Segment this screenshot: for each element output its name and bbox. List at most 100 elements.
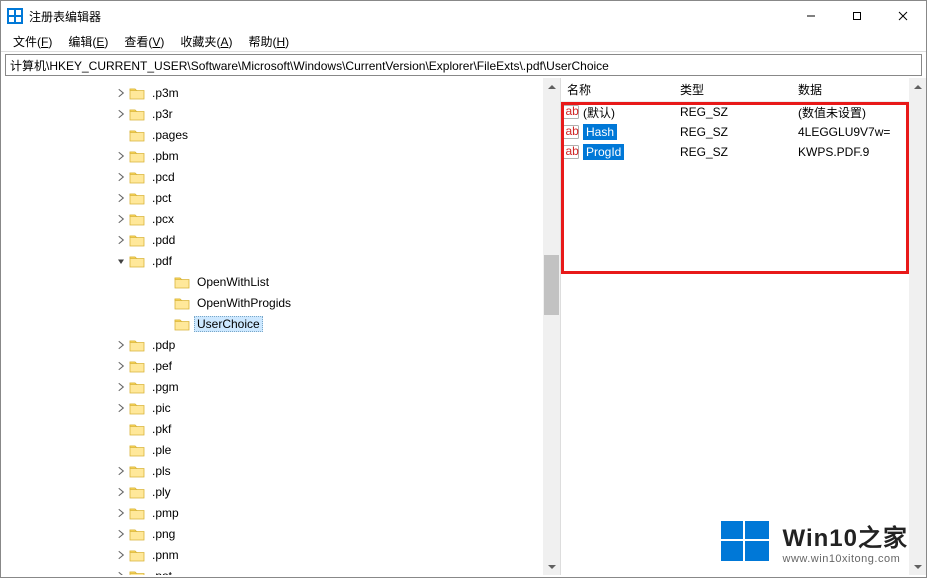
values-pane[interactable]: 名称 类型 数据 (默认)REG_SZ(数值未设置)HashREG_SZ4LEG… [561, 78, 926, 575]
tree-item[interactable]: .pgm [81, 376, 560, 397]
tree-item[interactable]: .ple [81, 439, 560, 460]
tree-item-label: OpenWithProgids [194, 295, 294, 311]
menu-edit[interactable]: 编辑(E) [60, 31, 116, 52]
value-row[interactable]: HashREG_SZ4LEGGLU9V7w= [561, 122, 926, 142]
menu-view[interactable]: 查看(V) [116, 31, 172, 52]
folder-icon [129, 422, 145, 436]
value-row[interactable]: ProgIdREG_SZKWPS.PDF.9 [561, 142, 926, 162]
scroll-up-icon[interactable] [543, 78, 560, 95]
folder-icon [129, 212, 145, 226]
tree-item[interactable]: .pot [81, 565, 560, 575]
column-name[interactable]: 名称 [561, 81, 674, 98]
string-value-icon [563, 105, 579, 119]
collapse-icon[interactable] [113, 253, 129, 269]
expand-icon[interactable] [113, 568, 129, 576]
tree-item[interactable]: .pbm [81, 145, 560, 166]
tree-item[interactable]: .p3r [81, 103, 560, 124]
tree-item[interactable]: .pcx [81, 208, 560, 229]
tree-item[interactable]: .pef [81, 355, 560, 376]
window-controls [788, 1, 926, 31]
menu-help[interactable]: 帮助(H) [240, 31, 297, 52]
tree-scrollbar[interactable] [543, 78, 560, 575]
tree-item[interactable]: OpenWithList [81, 271, 560, 292]
expand-icon[interactable] [113, 148, 129, 164]
scroll-down-icon[interactable] [909, 558, 926, 575]
tree-item[interactable]: .pct [81, 187, 560, 208]
expand-icon[interactable] [113, 106, 129, 122]
tree-item-label: UserChoice [194, 316, 263, 332]
folder-icon [129, 485, 145, 499]
folder-icon [129, 254, 145, 268]
expand-icon[interactable] [113, 400, 129, 416]
expand-icon[interactable] [113, 526, 129, 542]
folder-icon [129, 170, 145, 184]
tree-item-label: .ple [149, 442, 174, 458]
tree-item-label: .ply [149, 484, 174, 500]
folder-icon [129, 527, 145, 541]
expand-icon[interactable] [113, 85, 129, 101]
tree-item[interactable]: .pages [81, 124, 560, 145]
value-row[interactable]: (默认)REG_SZ(数值未设置) [561, 102, 926, 122]
menu-file[interactable]: 文件(F) [5, 31, 60, 52]
value-type: REG_SZ [674, 125, 792, 139]
maximize-button[interactable] [834, 1, 880, 31]
folder-icon [129, 86, 145, 100]
expand-icon[interactable] [113, 169, 129, 185]
folder-icon [129, 569, 145, 576]
scroll-down-icon[interactable] [543, 558, 560, 575]
value-data: KWPS.PDF.9 [792, 145, 926, 159]
menu-favorites[interactable]: 收藏夹(A) [172, 31, 240, 52]
expand-icon[interactable] [113, 547, 129, 563]
tree-item-label: .pdp [149, 337, 178, 353]
folder-icon [129, 548, 145, 562]
tree-item[interactable]: OpenWithProgids [81, 292, 560, 313]
tree-item[interactable]: .ply [81, 481, 560, 502]
expand-icon[interactable] [113, 337, 129, 353]
tree-item[interactable]: .pmp [81, 502, 560, 523]
expand-icon[interactable] [113, 484, 129, 500]
expand-icon[interactable] [113, 358, 129, 374]
tree-item-label: .p3m [149, 85, 182, 101]
folder-icon [129, 233, 145, 247]
tree-item[interactable]: .pcd [81, 166, 560, 187]
tree-item[interactable]: .pdd [81, 229, 560, 250]
tree-item-label: .pct [149, 190, 174, 206]
tree-item[interactable]: .pic [81, 397, 560, 418]
tree-pane[interactable]: .p3m .p3r.pages .pbm .pcd .pct .pcx .pdd .pdf Op… [1, 78, 561, 575]
scroll-up-icon[interactable] [909, 78, 926, 95]
tree-item-label: .pdf [149, 253, 175, 269]
tree-item[interactable]: .pnm [81, 544, 560, 565]
tree-item[interactable]: .pls [81, 460, 560, 481]
folder-icon [129, 107, 145, 121]
folder-icon [129, 128, 145, 142]
string-value-icon [563, 145, 579, 159]
list-scrollbar[interactable] [909, 78, 926, 575]
expand-icon[interactable] [113, 379, 129, 395]
expand-icon[interactable] [113, 211, 129, 227]
folder-icon [174, 317, 190, 331]
tree-item-label: .pdd [149, 232, 178, 248]
tree-item[interactable]: .p3m [81, 82, 560, 103]
expand-icon[interactable] [113, 190, 129, 206]
address-bar[interactable]: 计算机\HKEY_CURRENT_USER\Software\Microsoft… [5, 54, 922, 76]
tree-item[interactable]: .pdp [81, 334, 560, 355]
tree-item-label: .png [149, 526, 178, 542]
close-button[interactable] [880, 1, 926, 31]
value-type: REG_SZ [674, 145, 792, 159]
tree-item[interactable]: UserChoice [81, 313, 560, 334]
tree-item[interactable]: .pkf [81, 418, 560, 439]
expand-icon[interactable] [113, 463, 129, 479]
folder-icon [129, 443, 145, 457]
expand-icon[interactable] [113, 505, 129, 521]
folder-icon [129, 359, 145, 373]
watermark: Win10之家 www.win10xitong.com [715, 511, 908, 571]
column-data[interactable]: 数据 [792, 81, 926, 98]
column-type[interactable]: 类型 [674, 81, 792, 98]
tree-item-label: .pbm [149, 148, 182, 164]
minimize-button[interactable] [788, 1, 834, 31]
tree-item[interactable]: .png [81, 523, 560, 544]
folder-icon [129, 380, 145, 394]
tree-item[interactable]: .pdf [81, 250, 560, 271]
expand-icon[interactable] [113, 232, 129, 248]
value-data: (数值未设置) [792, 104, 926, 121]
